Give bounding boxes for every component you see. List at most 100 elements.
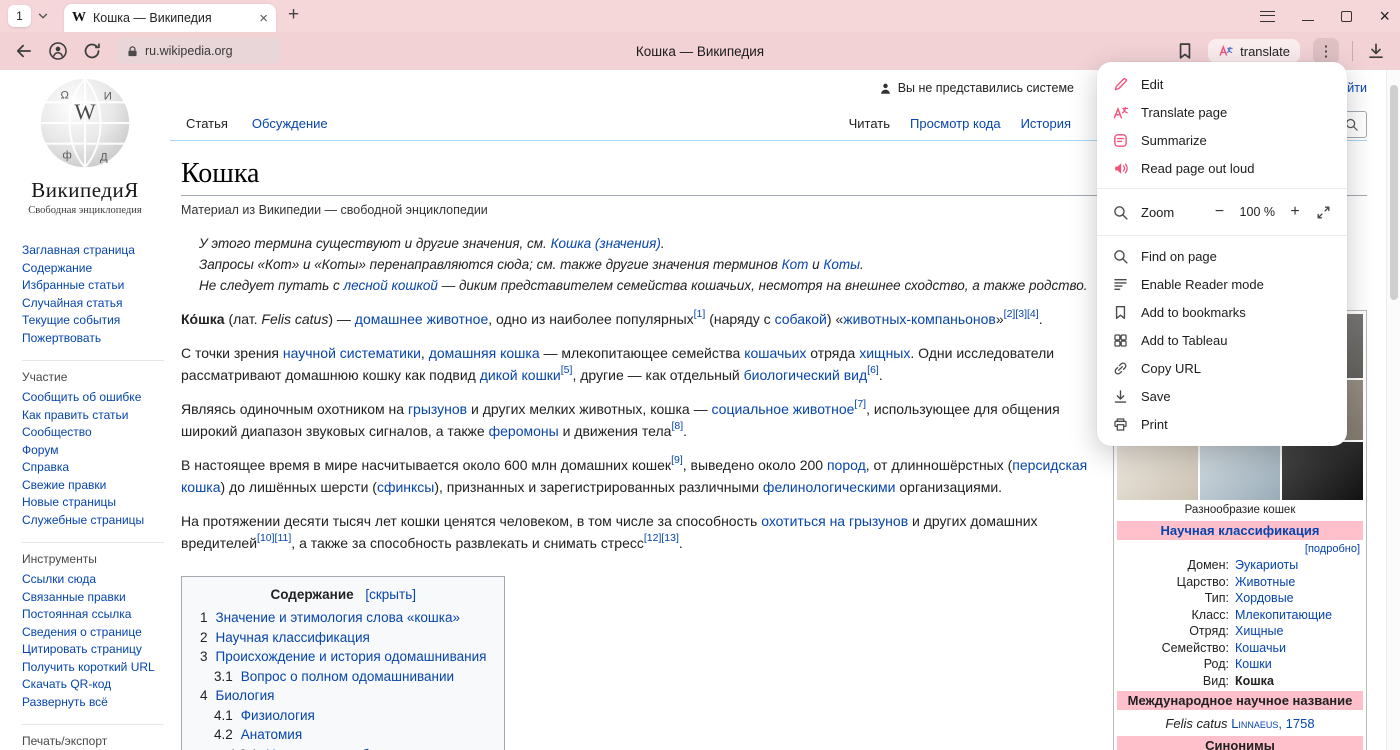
sidebar-item-как-править-статьи[interactable]: Как править статьи [22, 407, 164, 425]
toc-item[interactable]: 1Значение и этимология слова «кошка» [200, 608, 486, 628]
taxonomy-value-link[interactable]: Животные [1235, 574, 1363, 591]
bookmark-flag-icon[interactable] [1175, 41, 1195, 61]
taxonomy-value-link[interactable]: Кошачьи [1235, 640, 1363, 657]
wiki-link[interactable]: грызунов [408, 401, 467, 417]
sidebar-item-новые-страницы[interactable]: Новые страницы [22, 494, 164, 512]
fullscreen-icon[interactable] [1315, 204, 1332, 221]
menu-item-edit[interactable]: Edit [1097, 70, 1347, 98]
sidebar-item-ссылки-сюда[interactable]: Ссылки сюда [22, 571, 164, 589]
taxonomy-value-link[interactable]: Кошка [1235, 673, 1363, 690]
wiki-link[interactable]: дикой кошки [480, 367, 561, 383]
downloads-icon[interactable] [1366, 41, 1386, 61]
tab-counter-button[interactable]: 1 [8, 5, 31, 27]
tab-list-chevron-icon[interactable] [36, 9, 50, 23]
menu-item-copy-url[interactable]: Copy URL [1097, 354, 1347, 382]
sidebar-item-развернуть-вс[interactable]: Развернуть всё [22, 694, 164, 712]
sidebar-item-служебные-страницы[interactable]: Служебные страницы [22, 512, 164, 530]
back-icon[interactable] [14, 41, 34, 61]
classification-header[interactable]: Научная классификация [1117, 521, 1363, 540]
toc-item[interactable]: 2Научная классификация [200, 628, 486, 648]
sidebar-item-сообщить-об-ошибке[interactable]: Сообщить об ошибке [22, 389, 164, 407]
window-menu-icon[interactable] [1260, 11, 1275, 22]
address-bar[interactable]: ru.wikipedia.org [116, 38, 281, 64]
toc-link[interactable]: Анатомия [241, 727, 302, 742]
reference-link[interactable]: [8] [671, 420, 683, 432]
wiki-link[interactable]: хищных [859, 345, 910, 361]
sidebar-item-форум[interactable]: Форум [22, 442, 164, 460]
browser-tab[interactable]: W Кошка — Википедия × [64, 4, 276, 32]
toc-link[interactable]: Физиология [241, 708, 315, 723]
sidebar-item-избранные-статьи[interactable]: Избранные статьи [22, 277, 164, 295]
reload-icon[interactable] [82, 41, 102, 61]
wiki-link[interactable]: охотиться на грызунов [761, 513, 908, 529]
toc-hide-link[interactable]: [скрыть] [365, 587, 416, 602]
toc-item[interactable]: 3.1Вопрос о полном одомашнивании [214, 667, 486, 687]
wiki-link[interactable]: Кот [782, 257, 809, 272]
wiki-link[interactable]: феромоны [489, 423, 559, 439]
zoom-in-button[interactable]: + [1287, 203, 1303, 221]
toc-link[interactable]: Неизученные области [266, 747, 405, 750]
wiki-link[interactable]: научной систематики [283, 345, 421, 361]
toc-link[interactable]: Значение и этимология слова «кошка» [216, 610, 460, 625]
wiki-link[interactable]: животных-компаньонов [843, 311, 996, 327]
translate-button[interactable]: translate [1208, 39, 1300, 63]
toc-item[interactable]: 4.1Физиология [214, 706, 486, 726]
sidebar-item-справка[interactable]: Справка [22, 459, 164, 477]
sidebar-item-содержание[interactable]: Содержание [22, 260, 164, 278]
reference-link[interactable]: [10][11] [257, 532, 291, 544]
details-link[interactable]: [подробно] [1117, 542, 1363, 557]
page-scrollbar[interactable] [1386, 70, 1400, 750]
toc-link[interactable]: Происхождение и история одомашнивания [216, 649, 487, 664]
sidebar-item-текущие-события[interactable]: Текущие события [22, 312, 164, 330]
toc-link[interactable]: Вопрос о полном одомашнивании [241, 669, 454, 684]
menu-item-translate-page[interactable]: Translate page [1097, 98, 1347, 126]
tab-обсуждение[interactable]: Обсуждение [252, 116, 328, 131]
wiki-link[interactable]: Кошка (значения) [551, 236, 661, 251]
toc-item[interactable]: 4.2Анатомия [214, 725, 486, 745]
wiki-link[interactable]: домашнее животное [355, 311, 488, 327]
tab-close-icon[interactable]: × [259, 11, 268, 26]
sidebar-item-получить-короткий-url[interactable]: Получить короткий URL [22, 659, 164, 677]
wiki-link[interactable]: социальное животное [712, 401, 855, 417]
minimize-icon[interactable] [1302, 20, 1314, 21]
scrollbar-thumb[interactable] [1390, 85, 1398, 300]
sidebar-item-скачать-qr-код[interactable]: Скачать QR-код [22, 676, 164, 694]
reference-link[interactable]: [12][13] [644, 532, 679, 544]
sidebar-item-сведения-о-странице[interactable]: Сведения о странице [22, 624, 164, 642]
reference-link[interactable]: [7] [854, 398, 866, 410]
wiki-link[interactable]: пород [827, 457, 866, 473]
latin-author-link[interactable]: Linnaeus, 1758 [1231, 716, 1314, 731]
toc-link[interactable]: Научная классификация [216, 630, 370, 645]
sidebar-item-случайная-статья[interactable]: Случайная статья [22, 295, 164, 313]
wiki-link[interactable]: кошачьих [744, 345, 806, 361]
sidebar-item-свежие-правки[interactable]: Свежие правки [22, 477, 164, 495]
wiki-link[interactable]: Коты [823, 257, 860, 272]
window-close-icon[interactable]: × [1379, 7, 1390, 25]
toc-link[interactable]: Биология [216, 688, 275, 703]
wiki-link[interactable]: лесной кошкой [344, 278, 438, 293]
reference-link[interactable]: [1] [694, 308, 706, 320]
taxonomy-value-link[interactable]: Млекопитающие [1235, 607, 1363, 624]
wiki-link[interactable]: домашняя кошка [429, 345, 540, 361]
wiki-link[interactable]: биологический вид [744, 367, 868, 383]
menu-item-print[interactable]: Print [1097, 410, 1347, 438]
sidebar-item-заглавная-страница[interactable]: Заглавная страница [22, 242, 164, 260]
reference-link[interactable]: [5] [561, 364, 573, 376]
menu-item-add-to-tableau[interactable]: Add to Tableau [1097, 326, 1347, 354]
browser-menu-kebab-icon[interactable]: ⋮ [1313, 38, 1339, 64]
sidebar-item-цитировать-страницу[interactable]: Цитировать страницу [22, 641, 164, 659]
sidebar-item-связанные-правки[interactable]: Связанные правки [22, 589, 164, 607]
menu-item-read-page-out-loud[interactable]: Read page out loud [1097, 154, 1347, 182]
maximize-icon[interactable] [1341, 11, 1352, 22]
toc-item[interactable]: 4.2.1Неизученные области [228, 745, 486, 750]
sidebar-item-пожертвовать[interactable]: Пожертвовать [22, 330, 164, 348]
reference-link[interactable]: [2][3][4] [1004, 308, 1039, 320]
wikipedia-globe-logo[interactable]: W Ω И ф Д [38, 157, 132, 174]
taxonomy-value-link[interactable]: Кошки [1235, 656, 1363, 673]
menu-item-enable-reader-mode[interactable]: Enable Reader mode [1097, 270, 1347, 298]
tab-история[interactable]: История [1021, 116, 1071, 131]
menu-item-summarize[interactable]: Summarize [1097, 126, 1347, 154]
zoom-out-button[interactable]: − [1212, 203, 1228, 221]
taxonomy-value-link[interactable]: Эукариоты [1235, 557, 1363, 574]
profile-icon[interactable] [48, 41, 68, 61]
